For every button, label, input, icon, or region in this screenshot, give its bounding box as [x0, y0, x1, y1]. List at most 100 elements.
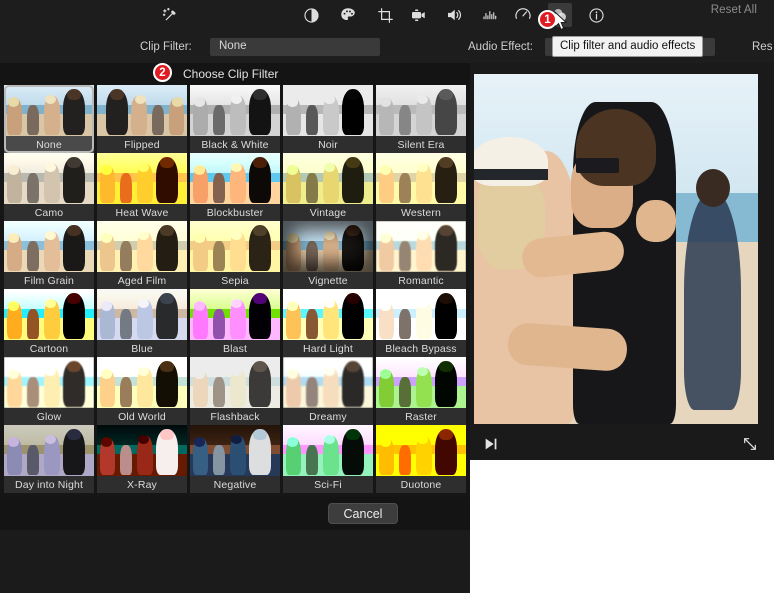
filter-cell[interactable]: Sepia: [190, 221, 280, 289]
filter-preview-image: [4, 357, 94, 408]
browser-footer: Cancel: [0, 497, 470, 530]
filter-cell[interactable]: Noir: [283, 85, 373, 153]
play-to-end-icon[interactable]: [483, 436, 499, 457]
filter-preview-image: [97, 289, 187, 340]
clip-filter-label: Clip Filter:: [140, 41, 192, 53]
filter-preview-image: [190, 85, 280, 136]
crop-icon[interactable]: [373, 3, 397, 27]
filter-cell[interactable]: Flashback: [190, 357, 280, 425]
filter-label: Dreamy: [283, 408, 373, 425]
filter-cell[interactable]: Blockbuster: [190, 153, 280, 221]
color-balance-icon[interactable]: [299, 3, 323, 27]
browser-title-text: Choose Clip Filter: [183, 67, 279, 81]
filter-cell[interactable]: Blast: [190, 289, 280, 357]
filter-preview-image: [4, 85, 94, 136]
filter-cell[interactable]: Old World: [97, 357, 187, 425]
filter-label: Cartoon: [4, 340, 94, 357]
volume-icon[interactable]: [442, 3, 466, 27]
video-preview[interactable]: [474, 74, 758, 424]
filter-cell[interactable]: Camo: [4, 153, 94, 221]
filter-label: Western: [376, 204, 466, 221]
color-palette-icon[interactable]: [336, 3, 360, 27]
filter-label: None: [4, 136, 94, 153]
filter-cell[interactable]: Raster: [376, 357, 466, 425]
fullscreen-expand-icon[interactable]: [742, 436, 758, 457]
filter-cell[interactable]: Hard Light: [283, 289, 373, 357]
filter-label: Black & White: [190, 136, 280, 153]
filter-cell[interactable]: Romantic: [376, 221, 466, 289]
filter-thumbnail: [190, 289, 280, 340]
filter-preview-image: [376, 85, 466, 136]
filter-thumbnail: [376, 425, 466, 476]
filter-label: Sci-Fi: [283, 476, 373, 493]
speed-gauge-icon[interactable]: [511, 3, 535, 27]
filter-thumbnail: [190, 85, 280, 136]
viewer-panel: [470, 63, 774, 593]
filter-cell[interactable]: Black & White: [190, 85, 280, 153]
filter-preview-image: [376, 221, 466, 272]
cancel-button[interactable]: Cancel: [328, 503, 398, 524]
filter-thumbnail: [283, 425, 373, 476]
stabilization-icon[interactable]: [406, 3, 430, 27]
filter-thumbnail: [190, 221, 280, 272]
filter-preview-image: [376, 153, 466, 204]
reset-all-button[interactable]: Reset All: [711, 4, 757, 16]
filter-preview-image: [283, 85, 373, 136]
filter-cell[interactable]: Vignette: [283, 221, 373, 289]
filter-thumbnail: [283, 85, 373, 136]
filter-label: Glow: [4, 408, 94, 425]
filter-cell[interactable]: None: [4, 85, 94, 153]
filter-preview-image: [4, 221, 94, 272]
filter-cell[interactable]: Negative: [190, 425, 280, 493]
filter-cell[interactable]: Aged Film: [97, 221, 187, 289]
equalizer-icon[interactable]: [478, 3, 502, 27]
filter-cell[interactable]: Sci-Fi: [283, 425, 373, 493]
filter-cell[interactable]: Vintage: [283, 153, 373, 221]
filter-cell[interactable]: X-Ray: [97, 425, 187, 493]
filter-preview-image: [283, 357, 373, 408]
filter-thumbnail: [376, 357, 466, 408]
filter-cell[interactable]: Flipped: [97, 85, 187, 153]
filter-cell[interactable]: Silent Era: [376, 85, 466, 153]
filter-label: Day into Night: [4, 476, 94, 493]
clip-filter-browser: Choose Clip Filter None Flipped Black & Wh…: [0, 63, 470, 530]
filter-cell[interactable]: Western: [376, 153, 466, 221]
filter-cell[interactable]: Film Grain: [4, 221, 94, 289]
filter-thumbnail: [97, 357, 187, 408]
filter-thumbnail: [4, 221, 94, 272]
filter-preview-image: [97, 153, 187, 204]
filter-label: Raster: [376, 408, 466, 425]
clip-filter-select[interactable]: None: [210, 38, 380, 56]
annotation-badge-1: 1: [538, 10, 557, 29]
filter-label: Blast: [190, 340, 280, 357]
filter-preview-image: [97, 85, 187, 136]
auto-enhance-icon[interactable]: [158, 3, 182, 27]
filter-thumbnail: [376, 289, 466, 340]
filter-cell[interactable]: Cartoon: [4, 289, 94, 357]
inspector-toolbar: Reset All: [0, 0, 774, 30]
filter-label: Noir: [283, 136, 373, 153]
filter-thumbnail: [4, 85, 94, 136]
filter-thumbnail: [190, 425, 280, 476]
filter-thumbnail: [4, 357, 94, 408]
filter-label: Old World: [97, 408, 187, 425]
viewer-lower-blank-area: [470, 460, 774, 593]
filter-preview-image: [4, 425, 94, 476]
filter-cell[interactable]: Bleach Bypass: [376, 289, 466, 357]
filter-cell[interactable]: Glow: [4, 357, 94, 425]
reset-truncated-label[interactable]: Res: [752, 41, 772, 53]
filter-label: Duotone: [376, 476, 466, 493]
filter-cell[interactable]: Duotone: [376, 425, 466, 493]
info-icon[interactable]: [584, 3, 608, 27]
filter-cell[interactable]: Day into Night: [4, 425, 94, 493]
filter-thumbnail: [283, 289, 373, 340]
filter-thumbnail: [97, 221, 187, 272]
filter-cell[interactable]: Heat Wave: [97, 153, 187, 221]
filter-thumbnail: [376, 221, 466, 272]
filter-preview-image: [376, 425, 466, 476]
filter-label: Bleach Bypass: [376, 340, 466, 357]
filter-preview-image: [190, 153, 280, 204]
annotation-badge-2: 2: [153, 63, 172, 82]
filter-cell[interactable]: Blue: [97, 289, 187, 357]
filter-cell[interactable]: Dreamy: [283, 357, 373, 425]
